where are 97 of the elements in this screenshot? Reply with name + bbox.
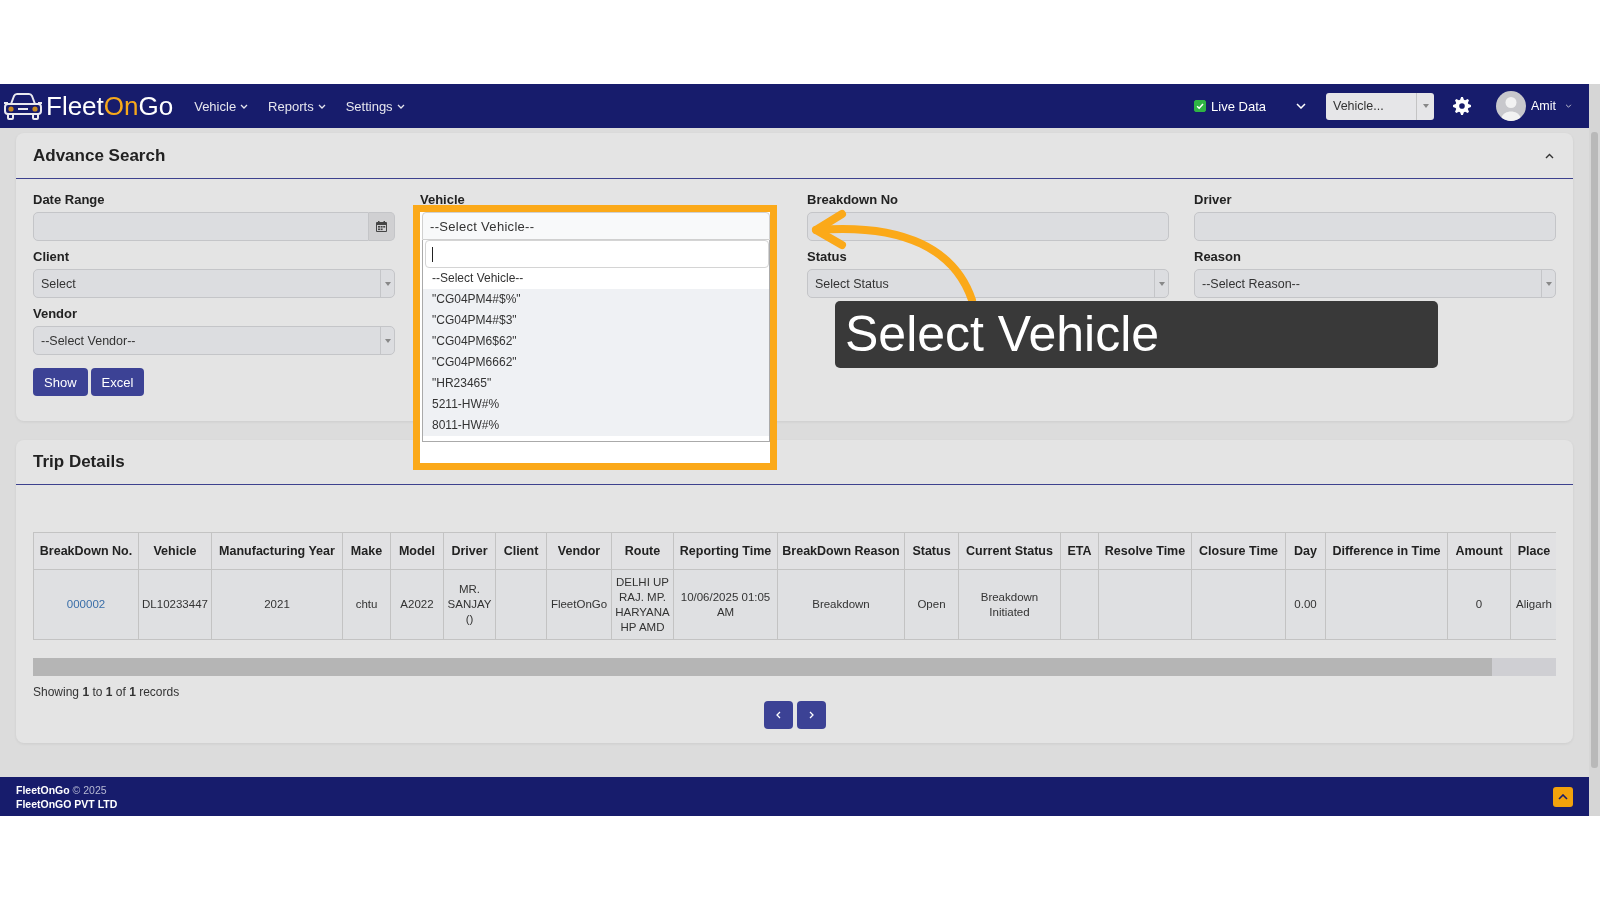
menu-item[interactable]: Settings [345,98,405,114]
column-header: Client [495,532,547,570]
select-field[interactable]: --Select Reason-- [1194,269,1556,298]
date-field[interactable] [33,212,369,241]
copyright-text: FleetOnGo © 2025 [16,782,107,797]
column-header: Make [342,532,391,570]
chevron-down-icon [396,103,405,109]
column-header: Place [1510,532,1556,570]
column-header: Resolve Time [1098,532,1192,570]
action-button[interactable]: Excel [90,368,145,396]
dropdown-option[interactable]: "CG04PM6$62" [423,331,769,352]
vertical-scrollbar[interactable] [1589,84,1600,816]
caret-icon [1545,281,1552,286]
records-summary: Showing 1 to 1 of 1 records [33,684,180,700]
avatar-icon[interactable] [1496,91,1526,121]
caret-icon [1422,104,1429,108]
select-field[interactable]: Select Status [807,269,1169,298]
next-page-button[interactable] [796,701,826,729]
caret-icon [384,338,391,343]
table-cell: 2021 [211,569,343,640]
caret-icon [384,281,391,286]
section-title: Trip Details [33,452,125,472]
select-field[interactable]: --Select Vehicle-- [422,212,770,240]
column-header: Manufacturing Year [211,532,343,570]
select-field[interactable]: --Select Vendor-- [33,326,395,355]
search-field[interactable] [425,240,769,268]
field-label: Status [807,249,847,265]
callout: Select Vehicle [835,301,1438,368]
chevron-up-icon [1558,793,1568,800]
column-header: Current Status [958,532,1061,570]
chevron-down-icon [240,103,249,109]
action-button[interactable]: Show [33,368,88,396]
user-name[interactable]: Amit [1531,99,1556,113]
menu-item[interactable]: Reports [268,98,326,114]
field-label: Reason [1194,249,1241,265]
settings-icon[interactable] [1453,97,1471,115]
column-header: Closure Time [1191,532,1286,570]
field-label: Vehicle [420,192,465,208]
chevron-left-icon [775,711,781,719]
table-cell: A2022 [390,569,444,640]
field-label: Driver [1194,192,1232,208]
table-cell: 10/06/2025 01:05 AM [673,569,778,640]
column-header: Reporting Time [673,532,778,570]
column-header: BreakDown Reason [777,532,905,570]
field-label: Vendor [33,306,78,322]
calendar-button[interactable] [369,212,395,241]
column-header: Driver [443,532,496,570]
field-label: Breakdown No [807,192,898,208]
column-header: Vehicle [138,532,212,570]
dropdown-option[interactable]: "CG04PM4#$3" [423,310,769,331]
dropdown-option[interactable]: "CG04PM4#$%" [423,289,769,310]
caret-icon [1158,281,1165,286]
logo-text[interactable]: FleetOnGo [46,91,174,121]
field-label: Client [33,249,70,265]
field-label: Date Range [33,192,105,208]
vehicle-select[interactable]: Vehicle... [1326,92,1434,120]
checkbox[interactable] [1194,100,1207,112]
table-cell: Open [904,569,959,640]
column-header: Vendor [546,532,612,570]
section-title: Advance Search [33,145,166,166]
dropdown-option[interactable]: 8011-HW#% [423,415,769,436]
column-header: Model [390,532,444,570]
table-cell: Aligarh [1510,569,1556,640]
checkbox-label[interactable]: Live Data [1211,98,1266,114]
chevron-down-icon [317,103,326,109]
scroll-top-button[interactable] [1553,786,1573,807]
table-cell: DELHI UP RAJ. MP. HARYANA HP AMD [611,569,674,640]
record-link[interactable]: 000002 [66,598,106,610]
column-header: ETA [1060,532,1099,570]
chevron-right-icon [808,711,814,719]
dropdown-option[interactable]: "HR23465" [423,373,769,394]
column-header: Route [611,532,674,570]
dropdown-option[interactable]: 5211-HW#% [423,394,769,415]
table-cell: Breakdown Initiated [958,569,1061,640]
scrollbar-thumb[interactable] [1591,132,1598,768]
table-cell: FleetOnGo [546,569,612,640]
table-cell: DL10233447 [138,569,212,640]
company-name: FleetOnGO PVT LTD [16,796,118,811]
previous-page-button[interactable] [763,701,793,729]
car-logo-icon[interactable] [3,91,43,121]
table-cell: Breakdown [777,569,905,640]
chevron-up-icon[interactable] [1545,152,1554,159]
table-cell: MR. SANJAY () [443,569,496,640]
table-cell: 0.00 [1285,569,1326,640]
table-cell: chtu [342,569,391,640]
text-cursor-icon [432,246,433,262]
text-field[interactable] [1194,212,1556,241]
dropdown-option[interactable]: "CG04PM6662" [423,352,769,373]
column-header: BreakDown No. [33,532,139,570]
select-field[interactable]: Select [33,269,395,298]
column-header: Day [1285,532,1326,570]
column-header: Amount [1447,532,1511,570]
menu-item[interactable]: Vehicle [194,98,249,114]
column-header: Difference in Time [1325,532,1448,570]
column-header: Status [904,532,959,570]
calendar-icon [376,221,387,232]
table-cell: 0 [1447,569,1511,640]
